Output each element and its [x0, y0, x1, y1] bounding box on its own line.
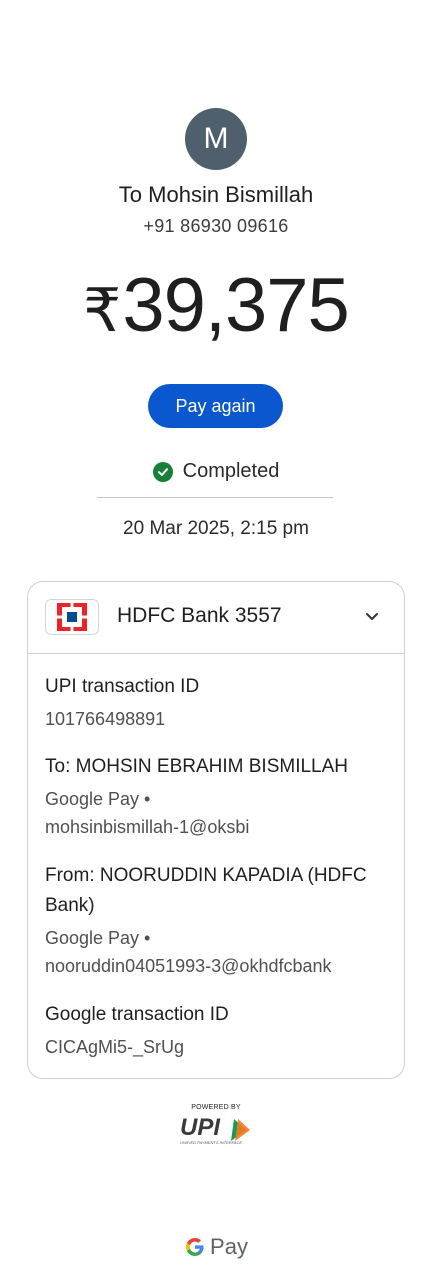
bank-account-header[interactable]: HDFC Bank 3557 [28, 582, 404, 654]
hdfc-logo-icon [45, 599, 99, 635]
transaction-details-card: HDFC Bank 3557 UPI transaction ID 101766… [27, 581, 405, 1079]
from-field: From: NOORUDDIN KAPADIA (HDFC Bank) Goog… [45, 861, 395, 980]
amount: ₹39,375 [0, 262, 432, 349]
bank-account-name: HDFC Bank 3557 [117, 604, 282, 627]
payee-name: To Mohsin Bismillah [118, 182, 314, 207]
amount-value: 39,375 [122, 263, 349, 348]
from-label-line2: Bank) [45, 895, 95, 916]
pay-again-button[interactable]: Pay again [148, 384, 283, 428]
google-transaction-id-field: Google transaction ID CICAgMi5-_SrUg [45, 1000, 395, 1061]
currency-symbol: ₹ [83, 277, 121, 344]
upi-transaction-id-value: 101766498891 [45, 709, 166, 729]
upi-tagline: UNIFIED PAYMENTS INTERFACE [180, 1140, 242, 1145]
upi-logo-text: UPI [180, 1114, 221, 1141]
divider [97, 497, 333, 498]
to-field: To: MOHSIN EBRAHIM BISMILLAH Google Pay … [45, 752, 395, 841]
google-pay-label: Pay [210, 1234, 248, 1259]
transaction-datetime: 20 Mar 2025, 2:15 pm [123, 518, 309, 539]
upi-transaction-id-label: UPI transaction ID [45, 676, 200, 697]
chevron-down-icon[interactable] [362, 606, 382, 626]
upi-logo: POWERED BY UPI UNIFIED PAYMENTS INTERFAC… [176, 1104, 256, 1146]
payee-phone: +91 86930 09616 [143, 216, 289, 236]
from-upi-id: nooruddin04051993-3@okhdfcbank [45, 956, 332, 976]
upi-transaction-id-field: UPI transaction ID 101766498891 [45, 672, 395, 733]
status-text: Completed [182, 460, 280, 482]
google-g-icon [186, 1238, 204, 1256]
check-circle-icon [152, 461, 173, 482]
google-transaction-id-value: CICAgMi5-_SrUg [45, 1037, 185, 1057]
status-row: Completed [0, 460, 432, 483]
upi-wordmark-icon: UPI UNIFIED PAYMENTS INTERFACE [180, 1114, 250, 1145]
avatar-initial: M [203, 122, 229, 155]
avatar: M [185, 108, 247, 170]
google-transaction-id-label: Google transaction ID [45, 1004, 229, 1025]
google-pay-brand: Pay [0, 1234, 432, 1260]
to-upi-id: mohsinbismillah-1@oksbi [45, 817, 250, 837]
powered-by-text: POWERED BY [191, 1104, 241, 1111]
from-label-line1: From: NOORUDDIN KAPADIA (HDFC [45, 865, 367, 886]
from-app: Google Pay • [45, 928, 151, 948]
to-app: Google Pay • [45, 789, 151, 809]
to-label: To: MOHSIN EBRAHIM BISMILLAH [45, 756, 349, 777]
